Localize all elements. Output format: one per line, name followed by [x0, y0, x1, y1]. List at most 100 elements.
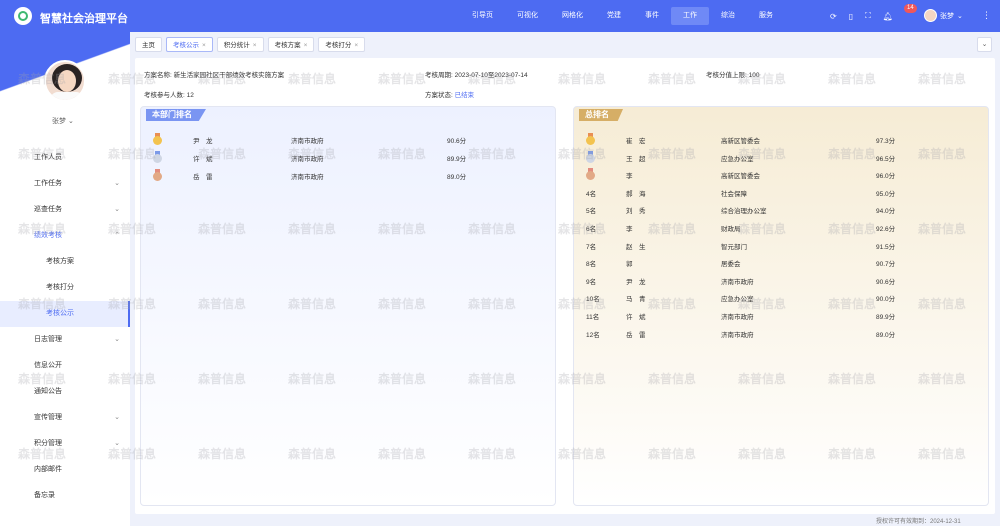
rank-number: 6名	[586, 225, 597, 233]
tab-item[interactable]: 积分统计 ×	[216, 37, 264, 52]
tab-label: 考核方案	[274, 42, 301, 49]
nav-item[interactable]: 可视化	[505, 0, 550, 32]
sidebar-item[interactable]: 积分管理 ⌄	[0, 431, 130, 457]
tabs-more-button[interactable]: ⌄	[977, 37, 992, 52]
rank-row: 岳 雷 济南市政府 89.0分	[141, 169, 555, 187]
tab-item[interactable]: 考核公示 ×	[166, 37, 213, 52]
plan-count: 考核参与人数: 12	[144, 92, 194, 99]
rank-name: 李	[626, 173, 633, 181]
rank-score: 92.6分	[876, 225, 896, 233]
sidebar-item[interactable]: 巡查任务 ⌄	[0, 197, 130, 223]
nav-item[interactable]: 引导页	[460, 0, 505, 32]
rank-score: 89.0分	[876, 331, 896, 339]
sidebar-item[interactable]: 考核打分	[0, 275, 130, 301]
notification-badge: 14	[904, 4, 917, 13]
bell-icon[interactable]: 🔔︎	[883, 12, 893, 21]
rank-org: 高新区管委会	[721, 173, 760, 181]
rank-score: 97.3分	[876, 138, 896, 145]
nav-item[interactable]: 网格化	[550, 0, 595, 32]
user-menu[interactable]: 张梦 ⌄	[924, 9, 963, 22]
rank-number: 4名	[586, 190, 597, 198]
more-vertical-icon[interactable]: ⋮	[982, 10, 991, 21]
sidebar-item[interactable]: 日志管理 ⌄	[0, 327, 130, 353]
rank-score: 90.7分	[876, 261, 896, 269]
sidebar-item-label: 通知公告	[34, 388, 62, 395]
sidebar-item[interactable]: 工作任务 ⌄	[0, 171, 130, 197]
avatar	[924, 9, 937, 22]
rank-score: 90.6分	[447, 138, 467, 145]
tab-item[interactable]: 主页	[135, 37, 162, 52]
rank-row: 6名 李 财政局 92.6分	[574, 221, 988, 239]
rank-org: 社会保障	[721, 190, 747, 198]
rank-org: 济南市政府	[291, 156, 324, 163]
close-icon[interactable]: ×	[304, 42, 308, 49]
sidebar-item[interactable]: 考核方案	[0, 249, 130, 275]
rank-org: 应急办公室	[721, 296, 754, 304]
rank-number: 7名	[586, 243, 597, 251]
sidebar-item[interactable]: 通知公告	[0, 379, 130, 405]
bronze-medal-icon	[586, 168, 595, 181]
expand-icon[interactable]: ⛶	[865, 11, 871, 21]
chevron-down-icon: ⌄	[957, 12, 963, 20]
gold-medal-icon	[153, 133, 162, 145]
nav-item[interactable]: 事件	[633, 0, 671, 32]
sidebar-item-label: 工作任务	[34, 180, 62, 187]
sidebar-item-label: 巡查任务	[34, 206, 62, 213]
rank-row: 7名 赵 生 智元部门 91.5分	[574, 239, 988, 257]
sidebar-item[interactable]: 内部邮件	[0, 457, 130, 483]
tab-item[interactable]: 考核方案 ×	[267, 37, 315, 52]
fullscreen-toggle-icon[interactable]: ▯	[849, 12, 853, 21]
sidebar: 张梦 ⌄ 工作人员 工作任务 ⌄ 巡查任务 ⌄ 绩效考核 ⌃ 考核方案 考核打分 考核公示 日志管理…	[0, 32, 130, 526]
dept-rank-panel: 本部门排名 尹 龙济南市政府 90.6分许 斌济南市政府 89.9分岳 雷济南市政府…	[140, 106, 556, 506]
rank-name: 郝 海	[626, 190, 646, 198]
sidebar-user[interactable]: 张梦 ⌄	[52, 116, 74, 126]
rank-name: 许 斌	[193, 156, 213, 163]
dept-rank-list: 尹 龙济南市政府 90.6分许 斌济南市政府 89.9分岳 雷济南市政府 89.0分	[141, 133, 555, 187]
chevron-icon: ⌄	[114, 414, 120, 421]
user-avatar	[44, 60, 86, 102]
rank-org: 济南市政府	[721, 278, 754, 286]
sidebar-item-label: 宣传管理	[34, 414, 62, 421]
rank-row: 8名 郭 居委会 90.7分	[574, 256, 988, 274]
rank-org: 济南市政府	[721, 313, 754, 321]
sidebar-item[interactable]: 绩效考核 ⌃	[0, 223, 130, 249]
nav-item[interactable]: 党建	[595, 0, 633, 32]
rank-name: 尹 龙	[626, 278, 646, 286]
close-icon[interactable]: ×	[253, 42, 257, 49]
rank-org: 居委会	[721, 261, 741, 269]
rank-number: 5名	[586, 208, 597, 216]
sidebar-item[interactable]: 考核公示	[0, 301, 130, 327]
chevron-icon: ⌄	[114, 440, 120, 447]
dept-rank-title: 本部门排名	[146, 109, 206, 121]
nav-item[interactable]: 服务	[747, 0, 785, 32]
rank-row: 4名 郝 海 社会保障 95.0分	[574, 186, 988, 204]
refresh-icon[interactable]: ⟳	[830, 12, 837, 21]
rank-name: 刘 秀	[626, 208, 646, 216]
close-icon[interactable]: ×	[354, 42, 358, 49]
rank-score: 90.6分	[876, 278, 896, 286]
sidebar-item[interactable]: 工作人员	[0, 145, 130, 171]
bronze-medal-icon	[153, 169, 162, 181]
rank-score: 94.0分	[876, 208, 896, 216]
rank-name: 赵 生	[626, 243, 646, 251]
rank-row: 崔 宏 高新区管委会 97.3分	[574, 133, 988, 151]
nav-item[interactable]: 综治	[709, 0, 747, 32]
nav-item[interactable]: 工作	[671, 7, 709, 25]
chevron-icon: ⌄	[114, 336, 120, 343]
rank-score: 89.9分	[447, 156, 467, 163]
sidebar-item-label: 积分管理	[34, 440, 62, 447]
rank-score: 91.5分	[876, 243, 896, 251]
rank-name: 尹 龙	[193, 138, 213, 145]
sidebar-item[interactable]: 信息公开	[0, 353, 130, 379]
rank-number: 12名	[586, 331, 600, 339]
toolbar: ⟳ ▯ ⛶ 🔔︎	[830, 0, 893, 32]
sidebar-item[interactable]: 宣传管理 ⌄	[0, 405, 130, 431]
sidebar-item[interactable]: 备忘录	[0, 483, 130, 509]
sidebar-menu: 工作人员 工作任务 ⌄ 巡查任务 ⌄ 绩效考核 ⌃ 考核方案 考核打分 考核公示 日志管理 ⌄ 信息公开…	[0, 145, 130, 509]
rank-row: 12名 岳 雷 济南市政府 89.0分	[574, 327, 988, 345]
user-name: 张梦	[940, 12, 954, 20]
tab-item[interactable]: 考核打分 ×	[318, 37, 366, 52]
sidebar-item-label: 工作人员	[34, 154, 62, 161]
close-icon[interactable]: ×	[202, 42, 206, 49]
total-rank-list: 崔 宏高新区管委会 97.3分王 超应急办公室 96.5分李高新区管委会 96.0分 4…	[574, 133, 988, 344]
